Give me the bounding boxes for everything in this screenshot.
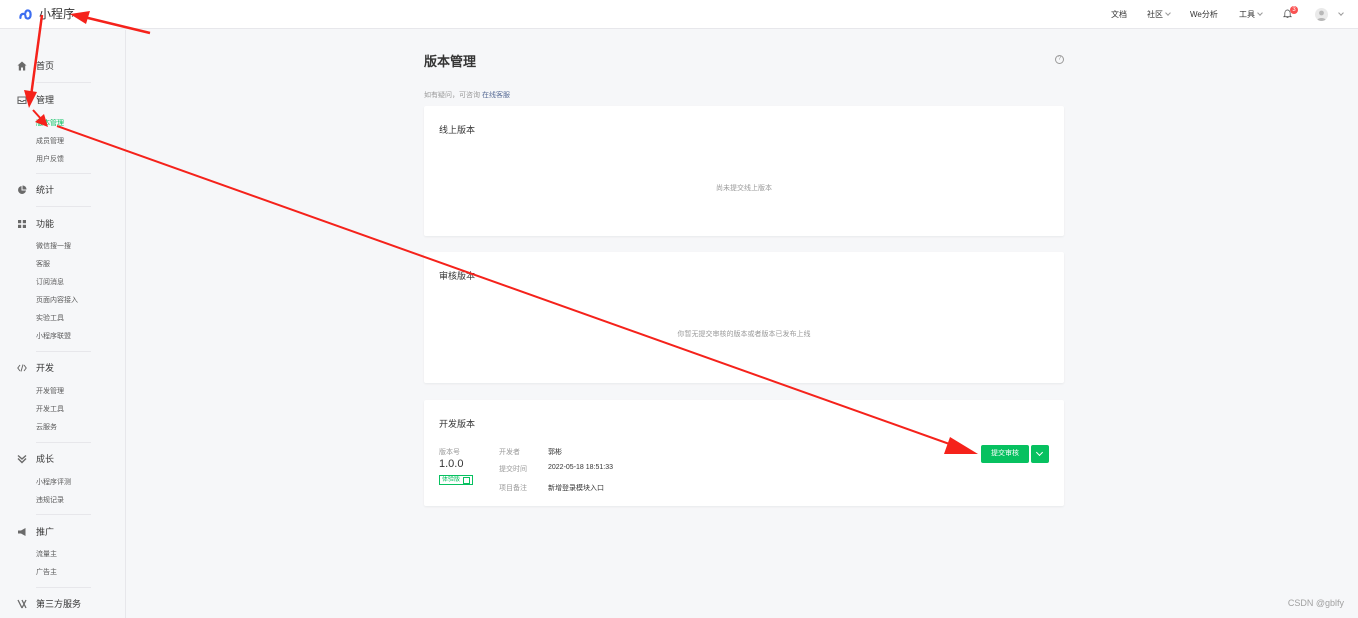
cross-link-icon — [17, 599, 27, 609]
badge-label: 体验版 — [442, 477, 461, 483]
sidebar-subitem-member-management[interactable]: 成员管理 — [36, 138, 64, 146]
sidebar-subitem-user-feedback[interactable]: 用户反馈 — [36, 156, 64, 164]
version-label: 版本号 — [439, 449, 460, 456]
submit-time-label: 提交时间 — [499, 466, 527, 473]
code-icon — [17, 364, 27, 372]
sidebar-item-dev[interactable]: 开发 — [17, 363, 54, 373]
sidebar-subitem-alliance[interactable]: 小程序联盟 — [36, 333, 71, 341]
sidebar-subitem-version-management[interactable]: 版本管理 — [36, 120, 64, 128]
empty-state: 尚未提交线上版本 — [716, 185, 772, 192]
tools-menu[interactable]: 工具 — [1239, 9, 1263, 20]
inbox-icon — [17, 96, 27, 105]
sidebar-item-label: 开发 — [36, 363, 55, 373]
empty-state: 你暂无提交审核的版本或者版本已发布上线 — [677, 331, 811, 338]
chevron-down-icon — [1257, 10, 1263, 16]
avatar[interactable] — [1315, 8, 1328, 21]
top-bar: 小程序 文档 社区 We分析 工具 3 — [0, 0, 1358, 29]
sidebar-subitem-customer-service[interactable]: 客服 — [36, 261, 50, 269]
developer-value: 郭彬 — [548, 449, 562, 456]
sidebar-subitem-dev-management[interactable]: 开发管理 — [36, 388, 64, 396]
chevron-down-icon — [1035, 448, 1044, 457]
brand[interactable]: 小程序 — [17, 6, 75, 23]
watermark: CSDN @gblfy — [1287, 598, 1344, 608]
page-title: 版本管理 — [424, 54, 477, 69]
card-title: 开发版本 — [439, 419, 476, 429]
trial-version-badge[interactable]: 体验版 — [439, 475, 474, 485]
online-support-link[interactable]: 在线客服 — [482, 92, 510, 99]
sidebar-item-features[interactable]: 功能 — [17, 219, 54, 229]
online-version-card: 线上版本 尚未提交线上版本 — [424, 106, 1064, 236]
remark-label: 项目备注 — [499, 485, 527, 492]
user-icon — [1317, 10, 1326, 21]
pie-chart-icon — [18, 185, 27, 194]
hint-text: 如有疑问，可咨询 — [424, 92, 480, 99]
divider — [36, 351, 91, 352]
review-version-card: 审核版本 你暂无提交审核的版本或者版本已发布上线 — [424, 252, 1064, 383]
sidebar-subitem-traffic-owner[interactable]: 流量主 — [36, 551, 57, 559]
submit-review-button[interactable]: 提交审核 — [981, 445, 1029, 463]
sidebar-subitem-dev-tools[interactable]: 开发工具 — [36, 406, 64, 414]
help-icon[interactable]: ? — [1055, 55, 1064, 64]
developer-label: 开发者 — [499, 449, 520, 456]
sidebar-item-promo[interactable]: 推广 — [17, 527, 54, 537]
sidebar-item-third-party[interactable]: 第三方服务 — [17, 599, 81, 609]
sidebar-subitem-page-content[interactable]: 页面内容接入 — [36, 297, 78, 305]
submit-time-value: 2022-05-18 18:51:33 — [548, 464, 613, 471]
tools-label: 工具 — [1239, 10, 1255, 19]
sidebar-item-growth[interactable]: 成长 — [17, 454, 54, 464]
remark-value: 新增登录模块入口 — [548, 485, 604, 492]
mini-program-logo-icon — [19, 9, 32, 20]
sidebar-subitem-wechat-search[interactable]: 微信搜一搜 — [36, 243, 71, 251]
qr-code-icon — [463, 476, 471, 484]
double-chevron-down-icon — [17, 454, 27, 464]
divider — [36, 587, 91, 588]
sidebar-item-label: 推广 — [36, 527, 55, 537]
sidebar-item-label: 管理 — [36, 95, 55, 105]
sidebar-item-label: 第三方服务 — [36, 599, 82, 609]
community-label: 社区 — [1147, 10, 1163, 19]
divider — [36, 442, 91, 443]
sidebar-item-label: 统计 — [36, 185, 55, 195]
sidebar-item-stats[interactable]: 统计 — [17, 185, 54, 195]
sidebar-item-label: 首页 — [36, 61, 55, 71]
we-analytics-link[interactable]: We分析 — [1190, 9, 1218, 20]
sidebar-subitem-violation-records[interactable]: 违规记录 — [36, 497, 64, 505]
grid-icon — [18, 220, 26, 228]
dev-version-card: 开发版本 版本号 1.0.0 体验版 开发者 郭彬 提交时间 2022-05-1… — [424, 400, 1064, 506]
card-title: 线上版本 — [439, 125, 476, 135]
megaphone-icon — [18, 528, 26, 536]
sidebar-item-home[interactable]: 首页 — [17, 61, 54, 71]
version-number: 1.0.0 — [439, 458, 464, 470]
sidebar-subitem-cloud-service[interactable]: 云服务 — [36, 424, 57, 432]
divider — [36, 514, 91, 515]
chevron-down-icon — [1165, 10, 1171, 16]
sidebar-item-label: 成长 — [36, 454, 55, 464]
help-hint: 如有疑问，可咨询 在线客服 — [424, 90, 510, 100]
home-icon — [17, 61, 27, 71]
sidebar-item-label: 功能 — [36, 219, 55, 229]
community-menu[interactable]: 社区 — [1147, 9, 1171, 20]
sidebar-subitem-advertiser[interactable]: 广告主 — [36, 569, 57, 577]
divider — [36, 206, 91, 207]
app-name: 小程序 — [39, 7, 76, 21]
docs-link[interactable]: 文档 — [1111, 9, 1127, 20]
more-actions-button[interactable] — [1031, 445, 1049, 463]
sidebar-subitem-experiment-tools[interactable]: 实验工具 — [36, 315, 64, 323]
notification-badge: 3 — [1290, 6, 1298, 14]
divider — [36, 82, 91, 83]
sidebar-subitem-evaluation[interactable]: 小程序评测 — [36, 479, 71, 487]
card-title: 审核版本 — [439, 271, 476, 281]
chevron-down-icon[interactable] — [1338, 10, 1344, 16]
sidebar-item-manage[interactable]: 管理 — [17, 95, 54, 105]
divider — [36, 173, 91, 174]
sidebar-subitem-subscription-message[interactable]: 订阅消息 — [36, 279, 64, 287]
